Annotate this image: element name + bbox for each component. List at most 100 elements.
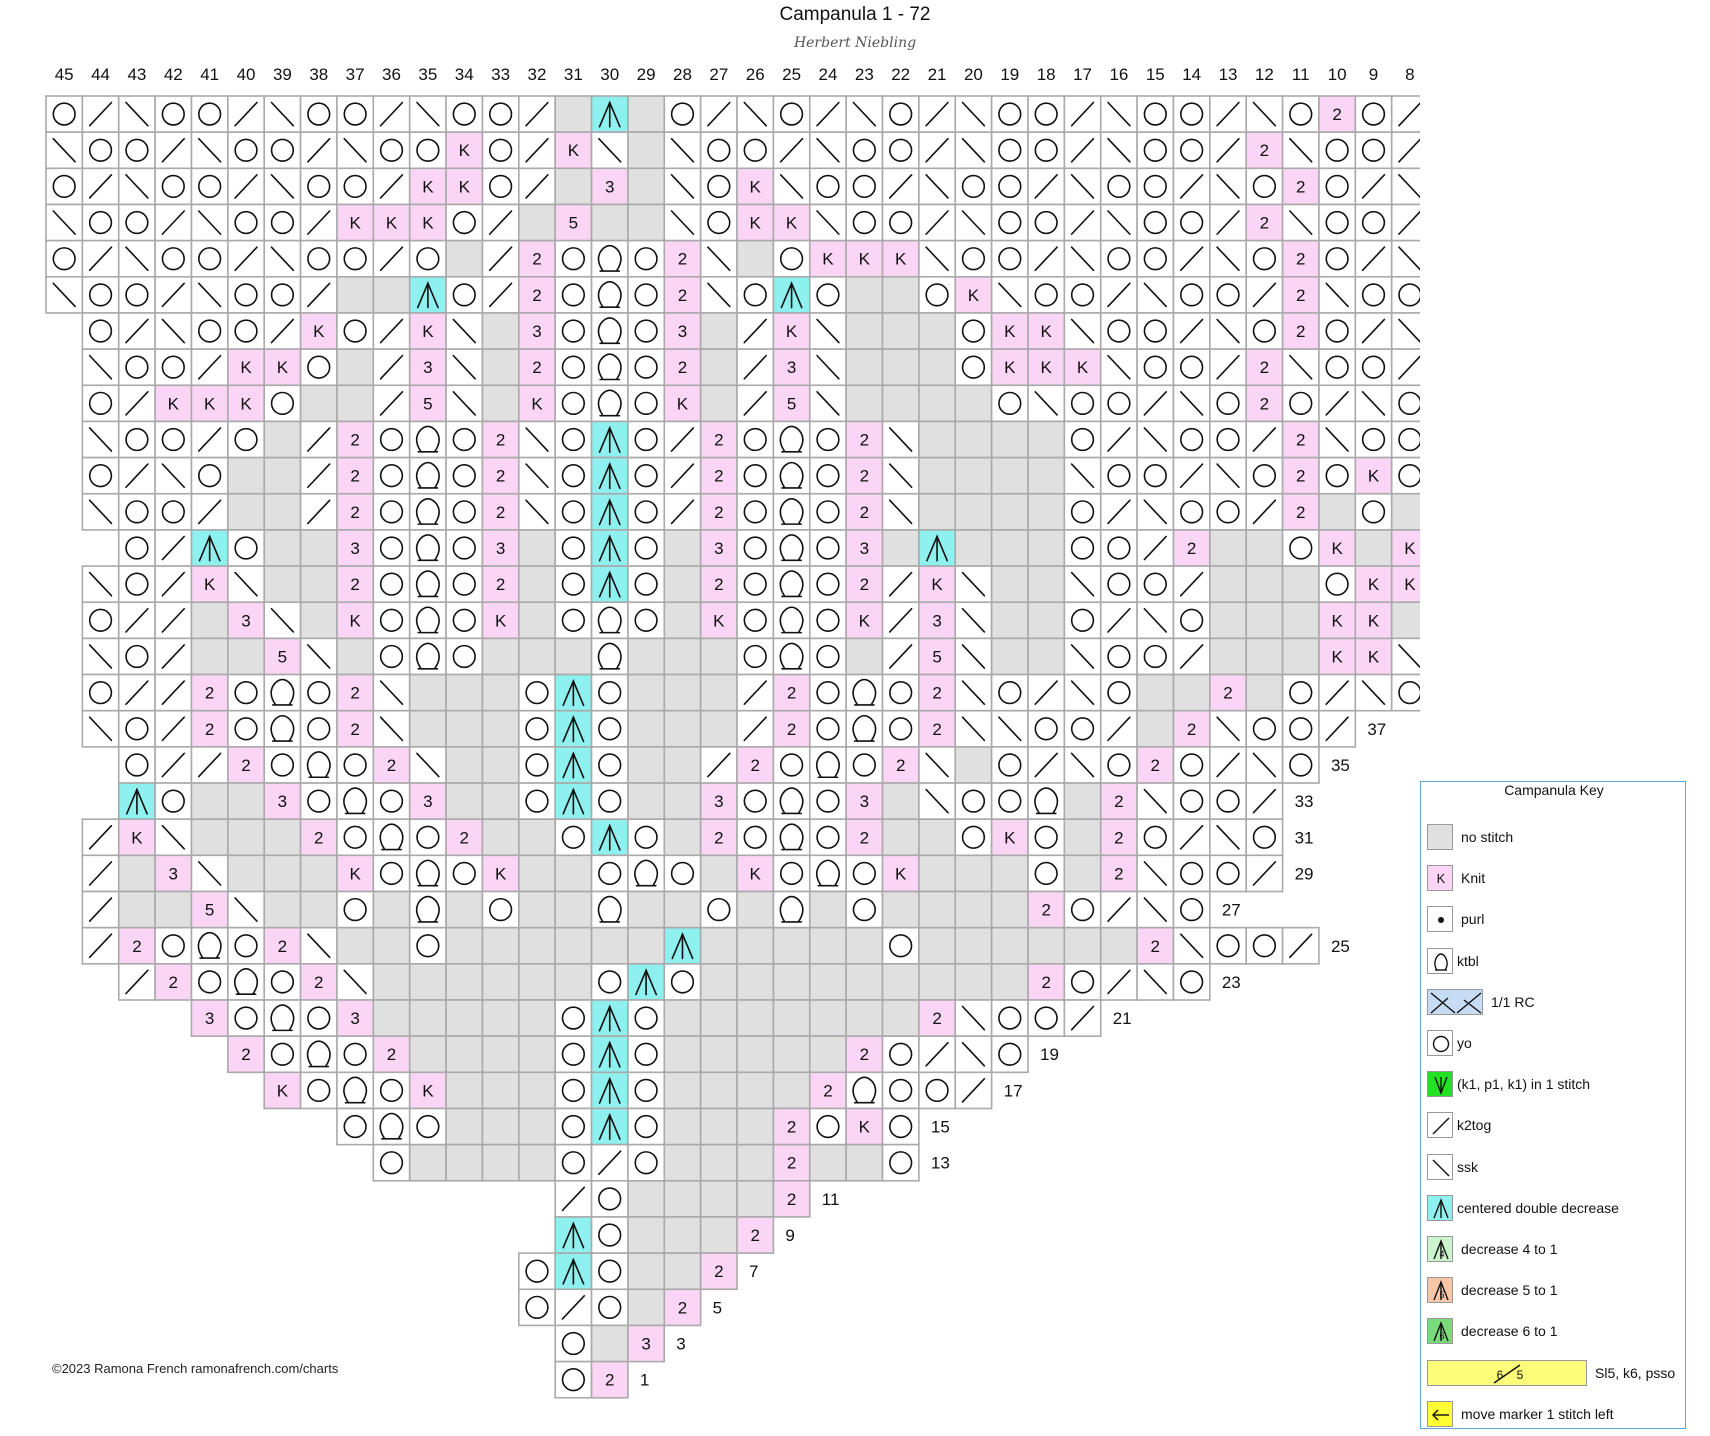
no-stitch-cell bbox=[227, 456, 266, 495]
k2tog-symbol bbox=[227, 167, 266, 206]
yo-symbol bbox=[1172, 131, 1211, 170]
no-stitch-cell bbox=[772, 926, 811, 965]
k2tog-symbol bbox=[881, 167, 920, 206]
svg-text:2: 2 bbox=[605, 1371, 614, 1390]
no-stitch-cell bbox=[845, 926, 884, 965]
no-stitch-cell bbox=[881, 275, 920, 314]
knit-symbol: K bbox=[1027, 348, 1066, 387]
k2tog-symbol bbox=[154, 529, 193, 567]
yo-symbol bbox=[1172, 492, 1211, 531]
no-stitch-cell bbox=[663, 890, 702, 929]
yo-symbol bbox=[1136, 239, 1175, 278]
cdd-symbol bbox=[590, 456, 629, 495]
yo-symbol bbox=[736, 782, 775, 820]
decrease-count: 2 bbox=[1245, 203, 1284, 242]
knit-symbol: K bbox=[808, 239, 847, 278]
yo-symbol bbox=[1281, 95, 1320, 133]
cdd-symbol bbox=[772, 275, 811, 314]
ktbl-symbol bbox=[408, 601, 447, 640]
key-item-label: k2tog bbox=[1457, 1117, 1492, 1134]
arrow-left-icon bbox=[1427, 1400, 1453, 1427]
no-stitch-cell bbox=[372, 926, 411, 965]
knit-symbol: K bbox=[699, 601, 738, 640]
row-number: 13 bbox=[931, 1154, 950, 1173]
ssk-symbol bbox=[117, 239, 156, 278]
knit-symbol: K bbox=[845, 1107, 884, 1146]
no-stitch-cell bbox=[808, 890, 847, 929]
ssk-symbol bbox=[372, 709, 411, 748]
yo-symbol bbox=[554, 1107, 593, 1146]
knit-symbol: K bbox=[1318, 637, 1357, 676]
no-stitch-cell bbox=[954, 420, 993, 459]
decrease-count: 2 bbox=[918, 709, 957, 748]
yo-symbol bbox=[590, 963, 629, 1001]
yo-symbol bbox=[1136, 312, 1175, 350]
cdd-symbol bbox=[554, 673, 593, 712]
k2tog-symbol bbox=[736, 709, 775, 748]
yo-symbol bbox=[554, 1360, 593, 1399]
ktbl-symbol bbox=[408, 492, 447, 531]
ssk-symbol bbox=[808, 203, 847, 242]
no-stitch-cell bbox=[1209, 565, 1248, 604]
decrease-count: 3 bbox=[918, 601, 957, 640]
key-item-label: decrease 4 to 1 bbox=[1461, 1241, 1558, 1257]
ssk-symbol bbox=[1099, 131, 1138, 170]
k2tog-symbol bbox=[881, 601, 920, 640]
yo-symbol bbox=[227, 203, 266, 242]
yo-symbol bbox=[263, 1035, 302, 1074]
yo-symbol bbox=[1063, 890, 1102, 929]
no-stitch-cell bbox=[918, 926, 957, 965]
no-stitch-cell bbox=[699, 854, 738, 893]
ssk-symbol bbox=[1245, 95, 1284, 133]
yo-symbol bbox=[445, 420, 484, 459]
decrease-count: 2 bbox=[1209, 673, 1248, 712]
ssk-symbol bbox=[1390, 239, 1420, 278]
knit-symbol: K bbox=[299, 312, 338, 350]
yo-symbol bbox=[627, 818, 666, 857]
chart-row-69: KK2269 bbox=[45, 131, 1420, 170]
ktbl-symbol bbox=[590, 637, 629, 676]
yo-symbol bbox=[1063, 492, 1102, 531]
svg-text:K: K bbox=[349, 864, 361, 883]
no-stitch-cell bbox=[1245, 565, 1284, 604]
k2tog-symbol bbox=[81, 167, 120, 206]
decrease-count: 2 bbox=[918, 999, 957, 1037]
no-stitch-cell bbox=[845, 275, 884, 314]
yo-symbol bbox=[1318, 131, 1357, 170]
no-stitch-cell bbox=[990, 926, 1029, 965]
yo-symbol bbox=[808, 673, 847, 712]
yo-symbol bbox=[1354, 275, 1393, 314]
ssk-symbol bbox=[518, 492, 556, 531]
no-stitch-cell bbox=[918, 818, 957, 857]
k2tog-symbol bbox=[881, 565, 920, 604]
no-stitch-cell bbox=[481, 1107, 520, 1146]
svg-text:2: 2 bbox=[860, 431, 869, 450]
ssk-symbol bbox=[299, 637, 338, 676]
yo-symbol bbox=[117, 746, 156, 784]
no-stitch-cell bbox=[918, 456, 957, 495]
ssk-symbol bbox=[1390, 637, 1420, 676]
ktbl-symbol bbox=[263, 709, 302, 748]
yo-symbol bbox=[1209, 492, 1248, 531]
no-stitch-cell bbox=[918, 312, 957, 350]
chart-row-55: KKK5KK52255 bbox=[81, 384, 1420, 423]
no-stitch-cell bbox=[699, 348, 738, 387]
yo-symbol bbox=[808, 709, 847, 748]
no-stitch-cell bbox=[263, 529, 302, 567]
no-stitch-cell bbox=[663, 637, 702, 676]
knit-symbol: K bbox=[845, 601, 884, 640]
ssk-symbol bbox=[154, 818, 193, 857]
decrease-count: 2 bbox=[1281, 420, 1320, 459]
svg-text:K: K bbox=[1004, 322, 1016, 341]
yo-symbol bbox=[372, 131, 411, 170]
decrease-count: 2 bbox=[1281, 456, 1320, 495]
ssk-symbol bbox=[954, 673, 993, 712]
decrease-count: 2 bbox=[481, 420, 520, 459]
k2tog-symbol bbox=[117, 312, 156, 350]
no-stitch-cell bbox=[1027, 926, 1066, 965]
ssk-symbol bbox=[1136, 854, 1175, 893]
yo-symbol bbox=[1099, 529, 1138, 567]
no-stitch-cell bbox=[336, 637, 375, 676]
ssk-symbol bbox=[1209, 239, 1248, 278]
svg-text:K: K bbox=[859, 611, 871, 630]
